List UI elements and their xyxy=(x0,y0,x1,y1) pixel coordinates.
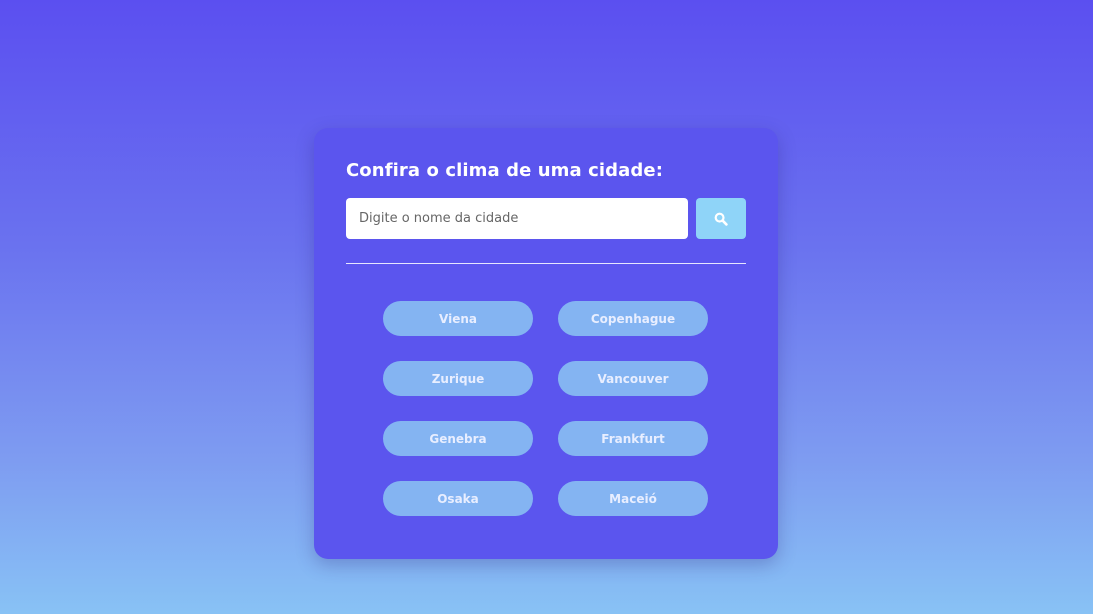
city-suggestions: Viena Copenhague Zurique Vancouver Geneb… xyxy=(383,301,746,516)
city-button-maceio[interactable]: Maceió xyxy=(558,481,708,516)
weather-card: Confira o clima de uma cidade: Viena Cop… xyxy=(314,128,778,559)
search-button[interactable] xyxy=(696,198,746,239)
city-button-osaka[interactable]: Osaka xyxy=(383,481,533,516)
card-title: Confira o clima de uma cidade: xyxy=(346,160,663,181)
city-search-input[interactable] xyxy=(346,198,688,239)
city-button-genebra[interactable]: Genebra xyxy=(383,421,533,456)
city-button-zurique[interactable]: Zurique xyxy=(383,361,533,396)
search-row xyxy=(346,198,746,239)
city-button-frankfurt[interactable]: Frankfurt xyxy=(558,421,708,456)
search-icon xyxy=(714,212,728,226)
city-button-vancouver[interactable]: Vancouver xyxy=(558,361,708,396)
city-button-copenhague[interactable]: Copenhague xyxy=(558,301,708,336)
divider xyxy=(346,263,746,264)
city-button-viena[interactable]: Viena xyxy=(383,301,533,336)
